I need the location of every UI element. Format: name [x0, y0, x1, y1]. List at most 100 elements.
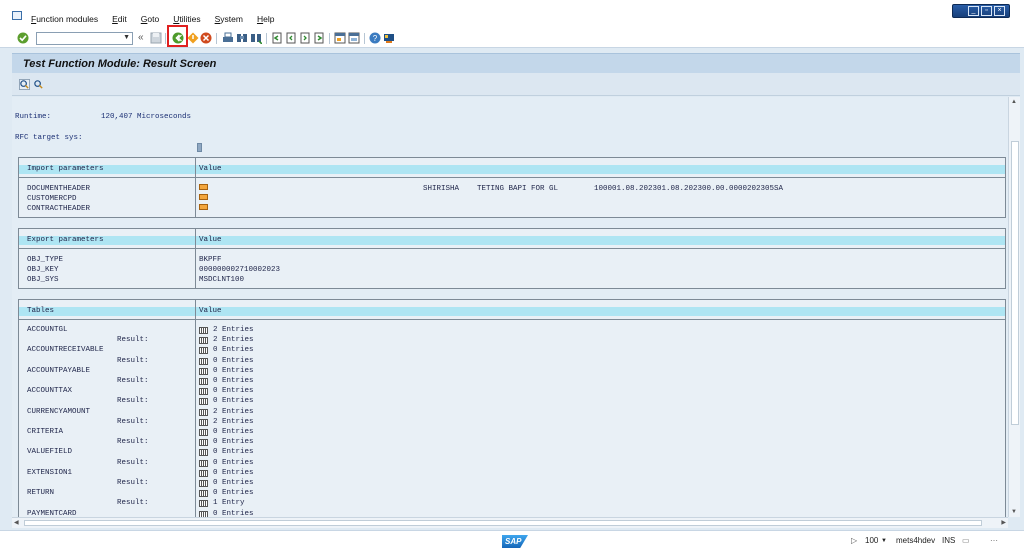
scroll-down-icon[interactable]: ▼ [1011, 509, 1017, 515]
result-label: Result: [117, 479, 149, 487]
previous-page-icon[interactable] [285, 32, 297, 44]
close-icon[interactable]: × [994, 6, 1005, 16]
table-entries-icon[interactable] [199, 490, 208, 498]
param-name: OBJ_TYPE [27, 256, 64, 264]
table-entries: 2 Entries [213, 326, 254, 334]
table-entries-icon[interactable] [199, 357, 208, 365]
insert-mode: INS [942, 536, 956, 545]
back-button-highlight [167, 25, 188, 47]
table-name: CRITERIA [27, 428, 64, 436]
result-label: Result: [117, 377, 149, 385]
menu-utilities[interactable]: Utilities [173, 14, 200, 24]
table-entries-icon[interactable] [199, 439, 208, 447]
table-entries-icon[interactable] [199, 388, 208, 396]
result-entries: 0 Entries [213, 458, 254, 467]
scroll-left-icon[interactable]: ◀ [14, 519, 19, 526]
table-entries-icon[interactable] [199, 367, 208, 375]
structure-edit-icon[interactable] [199, 204, 208, 210]
find-next-icon[interactable] [250, 32, 262, 44]
enter-icon[interactable] [17, 32, 29, 44]
help-icon[interactable]: ? [369, 32, 381, 44]
shortcut-icon[interactable] [348, 32, 360, 44]
collapse-icon[interactable]: « [138, 32, 144, 43]
cancel-icon[interactable] [200, 32, 212, 44]
scroll-right-icon[interactable]: ▶ [1001, 519, 1006, 526]
table-entries: 2 Entries [213, 407, 254, 416]
save-icon[interactable] [150, 32, 162, 44]
scroll-thumb[interactable] [1011, 141, 1019, 425]
import-parameters-section: Import parameters Value DOCUMENTHEADER S… [18, 157, 1006, 218]
horizontal-scrollbar[interactable]: ◀ ▶ [12, 517, 1008, 528]
find-icon[interactable] [236, 32, 248, 44]
table-entries-icon[interactable] [199, 337, 208, 345]
exit-icon[interactable] [187, 32, 199, 44]
last-page-icon[interactable] [313, 32, 325, 44]
menu-edit[interactable]: Edit [112, 14, 127, 24]
tables-section: Tables Value ACCOUNTGL 2 Entries Result: 2 … [18, 299, 1006, 517]
play-icon[interactable]: ▷ [851, 536, 857, 545]
toolbar-separator [266, 33, 267, 44]
result-entries: 0 Entries [213, 356, 254, 365]
result-label: Result: [117, 499, 149, 508]
table-entries: 0 Entries [213, 448, 254, 457]
zoom-in-icon[interactable] [19, 79, 30, 90]
minimize-icon[interactable]: _ [968, 6, 979, 16]
print-icon[interactable] [222, 32, 234, 44]
result-label: Result: [117, 417, 149, 426]
table-entries-icon[interactable] [199, 449, 208, 457]
magnifier-icon[interactable] [33, 79, 44, 90]
zoom-level[interactable]: 100 [865, 536, 878, 545]
table-name: RETURN [27, 489, 55, 498]
tables-value-header: Value [199, 307, 222, 315]
param-name: OBJ_KEY [27, 266, 59, 274]
runtime-value: 120,407 Microseconds [101, 113, 192, 121]
table-entries-icon[interactable] [199, 347, 208, 355]
scroll-thumb[interactable] [24, 520, 982, 526]
menu-function-modules[interactable]: Function modules [31, 14, 98, 24]
table-entries-icon[interactable] [199, 327, 208, 334]
structure-edit-icon[interactable] [199, 184, 208, 190]
rfc-target-input[interactable] [197, 143, 202, 152]
menu-icon[interactable] [12, 11, 22, 20]
sap-logo: SAP [502, 535, 528, 548]
header-divider [19, 319, 1005, 320]
table-entries-icon[interactable] [199, 429, 208, 436]
new-session-icon[interactable] [334, 32, 346, 44]
table-entries: 0 Entries [213, 346, 254, 355]
layout-icon[interactable]: ▭ [962, 536, 970, 545]
tables-header-label: Tables [27, 307, 55, 315]
runtime-label: Runtime: [15, 113, 52, 121]
command-field[interactable]: ▼ [36, 32, 133, 45]
table-name: ACCOUNTRECEIVABLE [27, 346, 104, 355]
result-entries: 1 Entry [213, 499, 245, 508]
structure-edit-icon[interactable] [199, 194, 208, 200]
section-header [19, 165, 1005, 174]
table-entries-icon[interactable] [199, 500, 208, 508]
table-entries-icon[interactable] [199, 418, 208, 426]
table-entries-icon[interactable] [199, 459, 208, 467]
table-entries-icon[interactable] [199, 408, 208, 416]
menu-goto[interactable]: Goto [141, 14, 159, 24]
next-page-icon[interactable] [299, 32, 311, 44]
param-value: BKPFF [199, 256, 222, 264]
restore-icon[interactable]: ▫ [981, 6, 992, 16]
export-parameters-section: Export parameters Value OBJ_TYPE BKPFF O… [18, 228, 1006, 289]
table-entries-icon[interactable] [199, 469, 208, 477]
table-entries-icon[interactable] [199, 378, 208, 385]
vertical-scrollbar[interactable]: ▲ ▼ [1008, 97, 1020, 517]
customize-layout-icon[interactable] [383, 32, 395, 44]
chevron-down-icon[interactable]: ▼ [881, 538, 887, 544]
table-entries-icon[interactable] [199, 480, 208, 487]
menu-system[interactable]: System [215, 14, 243, 24]
more-icon[interactable]: ⋯ [990, 536, 998, 545]
application-toolbar [12, 73, 1020, 96]
scroll-up-icon[interactable]: ▲ [1011, 99, 1017, 105]
chevron-down-icon[interactable]: ▼ [123, 34, 130, 41]
table-entries-icon[interactable] [199, 398, 208, 406]
first-page-icon[interactable] [271, 32, 283, 44]
column-divider [195, 158, 196, 217]
table-name: PAYMENTCARD [27, 509, 77, 517]
page-title: Test Function Module: Result Screen [23, 58, 217, 70]
menu-help[interactable]: Help [257, 14, 274, 24]
result-label: Result: [117, 397, 149, 406]
